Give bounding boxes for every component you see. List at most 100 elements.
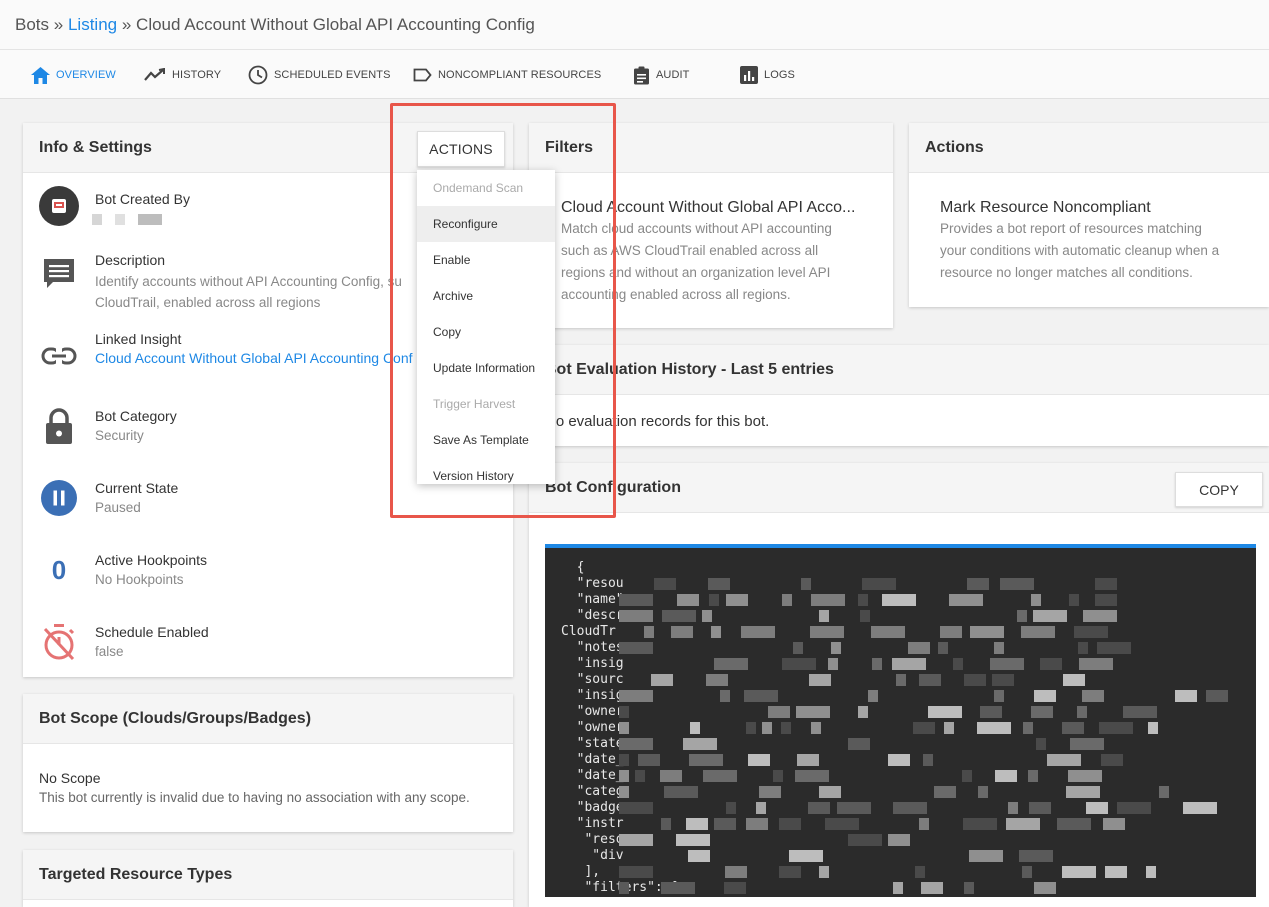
code-line: "notes: [561, 640, 624, 655]
filter-description-line: such as AWS CloudTrail enabled across al…: [561, 243, 819, 258]
redaction-block: [934, 786, 956, 798]
redaction-block: [746, 818, 768, 830]
action-description-line: Provides a bot report of resources match…: [940, 221, 1202, 236]
redaction-block: [1019, 850, 1053, 862]
action-description: Provides a bot report of resources match…: [940, 218, 1219, 284]
redaction-block: [990, 658, 1024, 670]
redaction-block: [1117, 802, 1151, 814]
redaction-block: [978, 786, 988, 798]
filter-description: Match cloud accounts without API account…: [561, 218, 832, 306]
menu-item-reconfigure[interactable]: Reconfigure: [417, 206, 555, 242]
tab-label: HISTORY: [172, 69, 222, 81]
redaction-block: [994, 690, 1004, 702]
redaction-block: [1023, 722, 1033, 734]
redaction-block: [744, 690, 778, 702]
redaction-block: [995, 770, 1017, 782]
redaction-block: [967, 578, 989, 590]
redaction-block: [683, 738, 717, 750]
code-line: "div: [561, 848, 624, 863]
redaction-block: [1146, 866, 1156, 878]
redaction-block: [871, 626, 905, 638]
actions-button[interactable]: ACTIONS: [417, 131, 505, 167]
config-code-block[interactable]: { "resou "name" "descr CloudTr "notes "i…: [545, 544, 1256, 897]
home-icon: [31, 66, 50, 84]
redaction-block: [654, 578, 676, 590]
redaction-block: [913, 722, 935, 734]
linked-insight-link[interactable]: Cloud Account Without Global API Account…: [95, 350, 413, 366]
redaction-block: [819, 786, 841, 798]
redaction-block: [892, 658, 926, 670]
state-value: Paused: [95, 500, 141, 515]
redaction-block: [746, 722, 756, 734]
redaction-block: [782, 594, 792, 606]
tab-overview[interactable]: OVERVIEW: [31, 63, 116, 87]
redaction-block: [860, 610, 870, 622]
action-description-line: resource no longer matches all condition…: [940, 265, 1193, 280]
redaction-block: [619, 690, 653, 702]
clipboard-icon: [634, 66, 649, 84]
redaction-block: [801, 578, 811, 590]
created-by-label: Bot Created By: [95, 191, 190, 207]
menu-item-save-as-template[interactable]: Save As Template: [417, 422, 555, 458]
code-line: "owner: [561, 704, 624, 719]
tab-label: OVERVIEW: [56, 69, 116, 81]
tab-audit[interactable]: AUDIT: [633, 63, 690, 87]
redaction-block: [1021, 626, 1055, 638]
menu-item-version-history[interactable]: Version History: [417, 458, 555, 484]
filter-title: Cloud Account Without Global API Acco...: [561, 199, 856, 216]
tab-history[interactable]: HISTORY: [144, 63, 221, 87]
redaction-block: [748, 754, 770, 766]
code-line: "badge: [561, 800, 624, 815]
tab-noncompliant-resources[interactable]: NONCOMPLIANT RESOURCES: [413, 63, 601, 87]
filter-description-line: accounting enabled across all regions.: [561, 287, 791, 302]
menu-item-copy[interactable]: Copy: [417, 314, 555, 350]
redaction-block: [644, 626, 654, 638]
top-bar: Bots » Listing » Cloud Account Without G…: [0, 0, 1269, 50]
redaction-block: [688, 850, 710, 862]
redaction-block: [819, 610, 829, 622]
redaction-block: [977, 722, 1011, 734]
redaction-block: [686, 818, 708, 830]
redaction-block: [660, 770, 682, 782]
redaction-block: [1062, 722, 1084, 734]
menu-item-enable[interactable]: Enable: [417, 242, 555, 278]
redaction-block: [661, 882, 695, 894]
evaluation-history-card: Bot Evaluation History - Last 5 entries …: [529, 345, 1269, 446]
redaction-block: [782, 658, 816, 670]
redaction-block: [940, 626, 962, 638]
redaction-block: [811, 722, 821, 734]
redaction-block: [963, 818, 997, 830]
tab-logs[interactable]: LOGS: [740, 63, 795, 87]
redaction-block: [888, 834, 910, 846]
linked-insight-label: Linked Insight: [95, 331, 182, 347]
tab-scheduled-events[interactable]: SCHEDULED EVENTS: [248, 63, 391, 87]
state-label: Current State: [95, 480, 179, 496]
breadcrumb-listing-link[interactable]: Listing: [68, 15, 117, 34]
redaction-block: [676, 834, 710, 846]
filters-card: Filters Cloud Account Without Global API…: [529, 123, 893, 328]
bar-chart-icon: [740, 66, 758, 84]
category-label: Bot Category: [95, 408, 177, 424]
redaction-block: [726, 802, 736, 814]
redaction-block: [1057, 818, 1091, 830]
redaction-block: [619, 610, 653, 622]
targeted-resources-card: Targeted Resource Types: [23, 850, 513, 907]
menu-item-ondemand-scan[interactable]: Ondemand Scan: [417, 170, 555, 206]
redaction-block: [619, 642, 653, 654]
hookpoints-label: Active Hookpoints: [95, 552, 208, 568]
breadcrumb-separator: »: [53, 15, 64, 34]
menu-item-update-information[interactable]: Update Information: [417, 350, 555, 386]
redaction-block: [711, 626, 721, 638]
redaction-block: [714, 818, 736, 830]
lock-icon: [39, 406, 79, 446]
redaction-block: [1033, 610, 1067, 622]
menu-item-archive[interactable]: Archive: [417, 278, 555, 314]
menu-item-trigger-harvest[interactable]: Trigger Harvest: [417, 386, 555, 422]
code-line: "descr: [561, 608, 624, 623]
copy-button[interactable]: COPY: [1175, 472, 1263, 507]
redaction-block: [1183, 802, 1217, 814]
redaction-block: [862, 578, 896, 590]
redaction-block: [651, 674, 673, 686]
redaction-block: [828, 658, 838, 670]
action-description-line: your conditions with automatic cleanup w…: [940, 243, 1220, 258]
